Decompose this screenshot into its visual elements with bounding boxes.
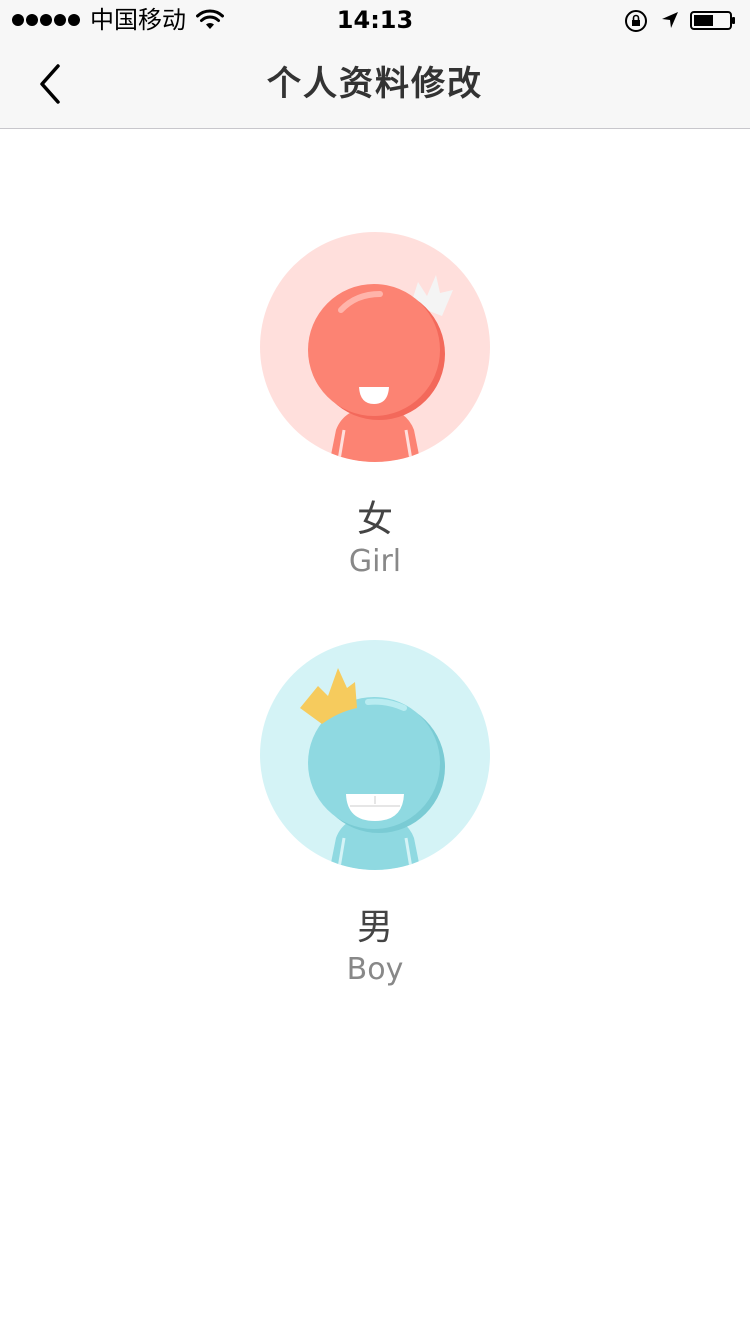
orientation-lock-icon bbox=[625, 10, 647, 32]
page-title: 个人资料修改 bbox=[267, 64, 483, 104]
gender-option-boy[interactable]: 男 Boy bbox=[0, 638, 750, 988]
location-arrow-icon bbox=[662, 12, 678, 28]
gender-label-en: Girl bbox=[348, 544, 402, 579]
header: 中国移动 14:13 个人资料修改 bbox=[0, 0, 750, 129]
girl-avatar-icon bbox=[260, 232, 490, 462]
status-bar: 中国移动 14:13 bbox=[0, 0, 750, 40]
gender-label-cn: 女 bbox=[356, 499, 393, 540]
navigation-bar: 个人资料修改 bbox=[0, 40, 750, 128]
gender-option-girl[interactable]: 女 Girl bbox=[0, 230, 750, 580]
gender-label-cn: 男 bbox=[356, 907, 393, 948]
battery-icon bbox=[690, 11, 735, 30]
gender-label-en: Boy bbox=[346, 952, 404, 987]
boy-avatar-icon bbox=[260, 640, 490, 870]
